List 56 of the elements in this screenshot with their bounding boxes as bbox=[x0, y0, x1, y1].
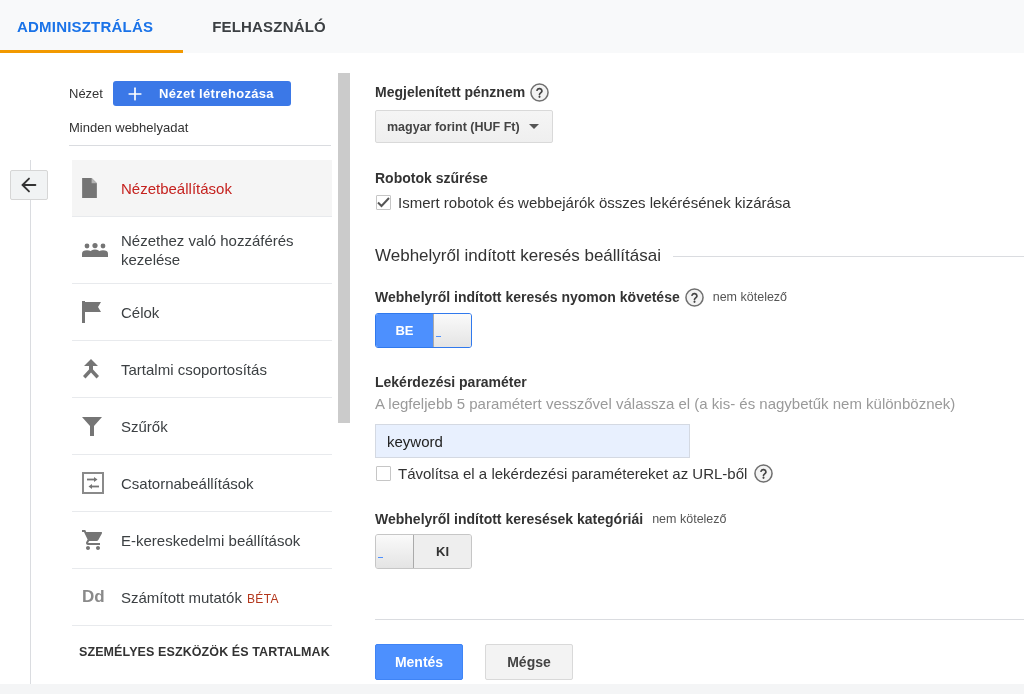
caret-icon bbox=[528, 124, 539, 129]
nav-item[interactable]: E-kereskedelmi beállítások bbox=[72, 512, 332, 569]
nav-item[interactable]: Dd Számított mutatók BÉTA bbox=[72, 569, 332, 626]
nav-section-heading: SZEMÉLYES ESZKÖZÖK ÉS TARTALMAK bbox=[79, 645, 331, 659]
nav-label: Tartalmi csoportosítás bbox=[121, 359, 267, 379]
checkbox-label: Ismert robotok és webbejárók összes lekérésének kizárása bbox=[398, 193, 791, 211]
nav-item[interactable]: Szűrők bbox=[72, 398, 332, 455]
back-button[interactable] bbox=[10, 170, 48, 200]
query-parameter-input[interactable]: keyword bbox=[375, 424, 690, 458]
view-name[interactable]: Minden webhelyadat bbox=[69, 120, 331, 146]
checkbox[interactable] bbox=[376, 194, 391, 210]
view-label: Nézet bbox=[69, 86, 103, 101]
flag-icon bbox=[82, 301, 102, 323]
arrows-box-icon bbox=[82, 472, 104, 494]
checkmark-icon bbox=[377, 196, 390, 208]
nav-item[interactable]: Tartalmi csoportosítás bbox=[72, 341, 332, 398]
field-label: Megjelenített pénznem bbox=[375, 84, 526, 100]
cancel-button[interactable]: Mégse bbox=[485, 644, 573, 680]
field-label: Robotok szűrése bbox=[375, 170, 488, 186]
checkbox[interactable] bbox=[376, 465, 391, 481]
checkbox-label: Távolítsa el a lekérdezési paramétereket az URL-ből bbox=[398, 464, 748, 482]
nav-item[interactable]: Célok bbox=[72, 284, 332, 341]
scrollbar-thumb[interactable] bbox=[338, 73, 350, 423]
nav-label: Számított mutatók bbox=[121, 587, 242, 607]
people-icon bbox=[82, 243, 108, 257]
toggle-knob[interactable] bbox=[433, 314, 471, 347]
field-label: Webhelyről indított keresések kategóriái bbox=[375, 511, 644, 527]
help-icon[interactable] bbox=[754, 463, 774, 483]
nav-label: E-kereskedelmi beállítások bbox=[121, 530, 301, 550]
nav-label: Nézethez való hozzáférés kezelése bbox=[121, 231, 295, 269]
document-icon bbox=[82, 178, 97, 198]
field-hint: A legfeljebb 5 paramétert vesszővel válassza el (a kis- és nagybetűk nem különböznek) bbox=[375, 394, 957, 414]
nav-label: Csatornabeállítások bbox=[121, 473, 254, 493]
beta-label: BÉTA bbox=[246, 591, 279, 606]
letters-icon: Dd bbox=[82, 587, 105, 607]
nav-label: Célok bbox=[121, 302, 160, 322]
help-icon[interactable] bbox=[530, 82, 550, 102]
merge-arrow-icon bbox=[82, 359, 100, 379]
nav-label: Szűrők bbox=[121, 416, 168, 436]
currency-dropdown[interactable]: magyar forint (HUF Ft) bbox=[375, 110, 553, 143]
help-icon[interactable] bbox=[684, 287, 704, 307]
section-title: Webhelyről indított keresés beállításai bbox=[375, 246, 661, 266]
nav-item[interactable]: Csatornabeállítások bbox=[72, 455, 332, 512]
nav-item[interactable]: Nézetbeállítások bbox=[72, 160, 332, 217]
optional-note: nem kötelező bbox=[652, 512, 727, 526]
optional-note: nem kötelező bbox=[712, 290, 788, 304]
nav-item[interactable]: Nézethez való hozzáférés kezelése bbox=[72, 217, 332, 284]
funnel-icon bbox=[82, 416, 102, 436]
field-label: Lekérdezési paraméter bbox=[375, 374, 527, 390]
create-view-button[interactable]: Nézet létrehozása bbox=[112, 81, 291, 106]
nav-label: Nézetbeállítások bbox=[121, 178, 232, 198]
toggle-knob[interactable] bbox=[376, 535, 414, 568]
field-label: Webhelyről indított keresés nyomon követése bbox=[375, 289, 680, 305]
tab[interactable]: FELHASZNÁLÓ bbox=[195, 0, 356, 53]
toggle-switch[interactable]: KI bbox=[375, 534, 472, 569]
cart-icon bbox=[82, 530, 103, 550]
